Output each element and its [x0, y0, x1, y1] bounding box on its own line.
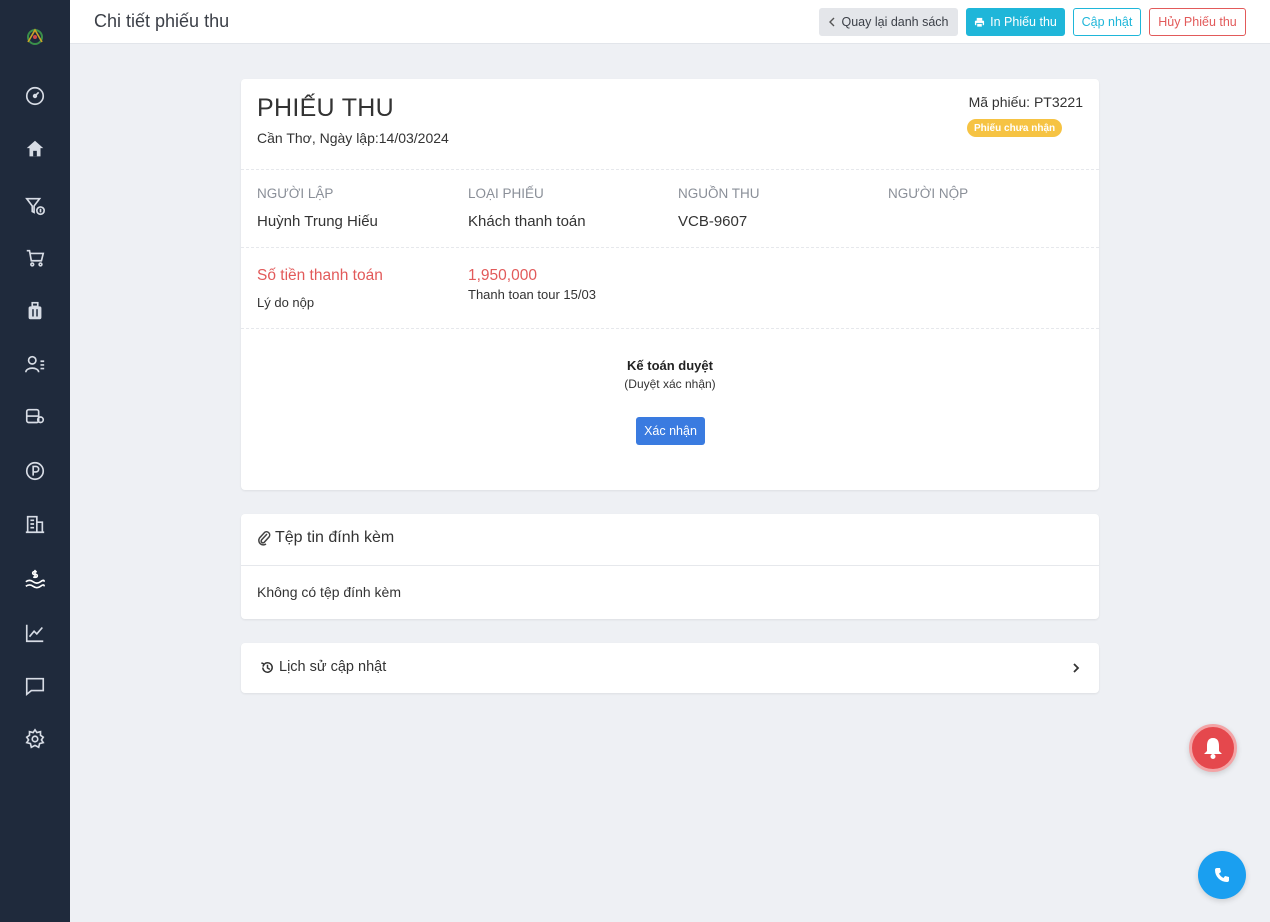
attachments-card: Tệp tin đính kèm Không có tệp đính kèm: [241, 514, 1099, 619]
receipt-place-date: Cần Thơ, Ngày lập:14/03/2024: [257, 130, 449, 146]
info-receipt-type: Loại phiếu Khách thanh toán: [468, 186, 668, 230]
parking-icon[interactable]: [23, 459, 47, 483]
update-button[interactable]: Cập nhật: [1073, 8, 1141, 36]
info-value: Khách thanh toán: [468, 213, 586, 230]
receipt-card: PHIẾU THU Cần Thơ, Ngày lập:14/03/2024 M…: [241, 79, 1099, 490]
bus-location-icon[interactable]: [23, 405, 47, 429]
phone-call-button[interactable]: [1198, 851, 1246, 899]
filter-money-icon[interactable]: [23, 194, 47, 218]
info-label: Nguồn thu: [678, 186, 760, 201]
back-to-list-label: Quay lại danh sách: [841, 15, 949, 29]
chat-icon[interactable]: [23, 674, 47, 698]
app-logo[interactable]: [22, 24, 48, 50]
receipt-code: Mã phiếu: PT3221: [968, 94, 1083, 110]
cart-icon[interactable]: [23, 246, 47, 270]
info-label: Người lập: [257, 186, 334, 201]
attachments-header: Tệp tin đính kèm: [257, 529, 394, 547]
confirm-button[interactable]: Xác nhận: [636, 417, 705, 445]
settings-icon[interactable]: [23, 727, 47, 751]
phone-icon: [1215, 868, 1229, 882]
printer-icon: [975, 17, 985, 28]
back-to-list-button[interactable]: Quay lại danh sách: [819, 8, 958, 36]
info-source: Nguồn thu VCB-9607: [678, 186, 878, 230]
amount-value: 1,950,000: [468, 267, 537, 284]
finance-wave-icon[interactable]: [23, 567, 47, 591]
receipt-title: PHIẾU THU: [257, 94, 394, 122]
history-header[interactable]: Lịch sử cập nhật: [260, 659, 386, 675]
info-creator: Người lập Huỳnh Trung Hiếu: [257, 186, 457, 230]
sidebar: [0, 0, 70, 922]
divider: [241, 247, 1099, 248]
chevron-left-icon: [829, 17, 835, 27]
history-icon: [261, 661, 273, 673]
info-payer: Người nộp: [888, 186, 1088, 213]
amount-label: Số tiền thanh toán: [257, 267, 383, 284]
divider: [241, 169, 1099, 170]
luggage-icon[interactable]: [23, 299, 47, 323]
print-receipt-label: In Phiếu thu: [990, 15, 1057, 29]
reason-value: Thanh toan tour 15/03: [468, 287, 596, 302]
approval-subtitle: (Duyệt xác nhận): [624, 377, 716, 391]
users-list-icon[interactable]: [23, 352, 47, 376]
dashboard-icon[interactable]: [23, 84, 47, 108]
notification-bell-button[interactable]: [1189, 724, 1237, 772]
cancel-receipt-button[interactable]: Hủy Phiếu thu: [1149, 8, 1246, 36]
top-bar: Chi tiết phiếu thu Quay lại danh sách In…: [70, 0, 1270, 44]
bell-icon: [1204, 738, 1222, 759]
paperclip-icon: [258, 531, 271, 546]
info-value: VCB-9607: [678, 213, 748, 230]
info-label: Người nộp: [888, 186, 969, 201]
page-title: Chi tiết phiếu thu: [94, 11, 230, 31]
attachments-title: Tệp tin đính kèm: [275, 529, 395, 546]
history-title: Lịch sử cập nhật: [279, 659, 387, 675]
info-label: Loại phiếu: [468, 186, 544, 201]
chevron-right-icon[interactable]: [1069, 661, 1083, 675]
building-icon[interactable]: [23, 512, 47, 536]
history-card[interactable]: Lịch sử cập nhật: [241, 643, 1099, 693]
divider: [241, 565, 1099, 566]
print-receipt-button[interactable]: In Phiếu thu: [966, 8, 1065, 36]
reason-label: Lý do nộp: [257, 295, 315, 310]
home-icon[interactable]: [23, 137, 47, 161]
info-value: Huỳnh Trung Hiếu: [257, 213, 378, 230]
attachments-empty-text: Không có tệp đính kèm: [257, 584, 401, 600]
chart-icon[interactable]: [23, 621, 47, 645]
divider: [241, 328, 1099, 329]
approval-title: Kế toán duyệt: [627, 358, 713, 373]
status-badge: Phiếu chưa nhận: [967, 119, 1063, 137]
